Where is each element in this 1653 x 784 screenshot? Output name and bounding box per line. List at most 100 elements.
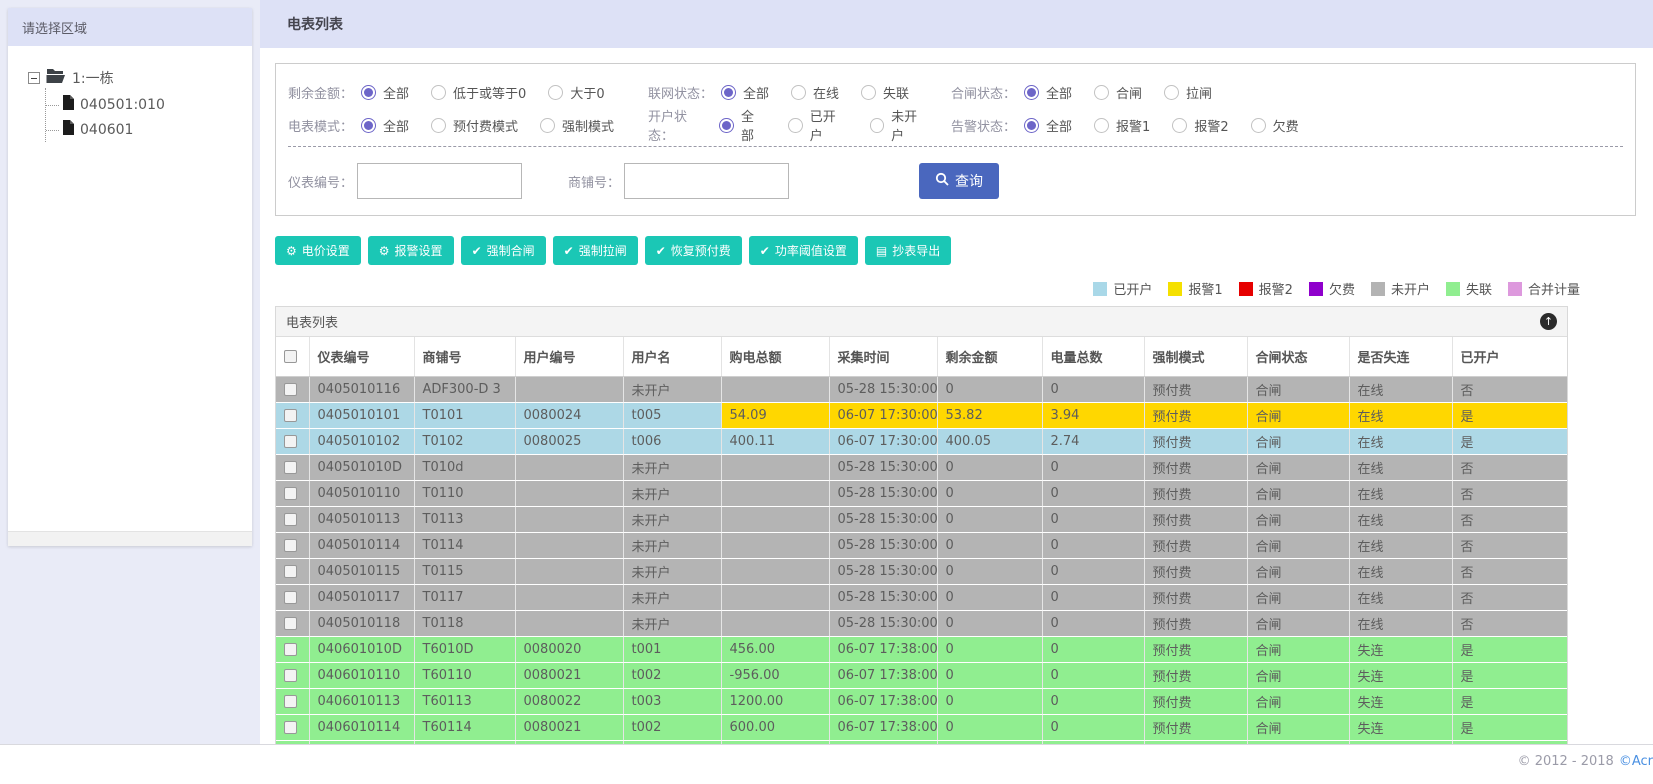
column-header: 剩余金额 <box>937 337 1043 377</box>
tree-collapse-icon[interactable] <box>28 72 40 84</box>
filter-radio-option[interactable]: 报警1 <box>1094 116 1150 135</box>
filter-radio-option[interactable]: 全部 <box>719 106 766 144</box>
area-tree: 1:一栋 040501:010 040601 <box>8 46 252 531</box>
filter-radio-option[interactable]: 全部 <box>1024 83 1072 102</box>
table-row: 0406010114 T60114 0080021 t002 600.00 06-07 1… <box>276 714 1567 741</box>
action-buttons: ⚙ 电价设置 ⚙ 报警设置 ✔ 强制合闸 ✔ 强制拉闸 ✔ 恢复预付费 ✔ 功率阈值设置 ▤ 抄表导出 <box>275 236 1653 265</box>
checkbox-cell <box>276 584 310 611</box>
row-checkbox[interactable] <box>284 668 297 682</box>
filter-group-label: 合闸状态： <box>951 86 1017 102</box>
action-button[interactable]: ✔ 强制合闸 <box>460 236 546 265</box>
query-button[interactable]: 查询 <box>919 163 1000 199</box>
table-cell: 在线 <box>1349 506 1453 533</box>
row-checkbox[interactable] <box>284 512 297 526</box>
row-checkbox[interactable] <box>284 720 297 734</box>
row-checkbox[interactable] <box>284 590 297 604</box>
table-cell <box>721 506 830 533</box>
column-header: 已开户 <box>1452 337 1567 377</box>
table-cell: 05-28 15:30:00 <box>829 506 938 533</box>
table-cell: 06-07 17:38:00 <box>829 714 938 741</box>
action-button[interactable]: ✔ 功率阈值设置 <box>748 236 858 265</box>
checkbox-cell <box>276 636 310 663</box>
table-cell: 0 <box>937 636 1043 663</box>
filter-radio-option[interactable]: 全部 <box>361 116 409 135</box>
row-checkbox[interactable] <box>284 486 297 500</box>
action-button[interactable]: ⚙ 电价设置 <box>275 236 361 265</box>
table-cell: 600.00 <box>721 714 830 741</box>
divider <box>288 146 1623 147</box>
row-checkbox[interactable] <box>284 538 297 552</box>
filter-radio-option[interactable]: 合闸 <box>1094 83 1142 102</box>
table-cell: 在线 <box>1349 428 1453 455</box>
table-cell: 在线 <box>1349 610 1453 637</box>
row-checkbox[interactable] <box>284 616 297 630</box>
filter-radio-option[interactable]: 大于0 <box>548 83 605 102</box>
brand-link[interactable]: ©Acr <box>1619 754 1653 769</box>
table-cell: T0113 <box>414 506 516 533</box>
select-all-checkbox[interactable] <box>284 349 297 363</box>
filter-radio-option[interactable]: 全部 <box>721 83 769 102</box>
action-button[interactable]: ✔ 强制拉闸 <box>552 236 638 265</box>
filter-radio-option[interactable]: 全部 <box>361 83 409 102</box>
filter-radio-option[interactable]: 拉闸 <box>1164 83 1212 102</box>
row-checkbox[interactable] <box>284 408 297 422</box>
table-cell: T0117 <box>414 584 516 611</box>
table-cell: t002 <box>623 662 722 689</box>
row-checkbox[interactable] <box>284 642 297 656</box>
legend-label: 报警1 <box>1188 283 1223 298</box>
tree-node-label[interactable]: 040501:010 <box>80 97 165 113</box>
action-button[interactable]: ✔ 恢复预付费 <box>644 236 742 265</box>
table-cell: 预付费 <box>1144 454 1248 481</box>
action-button-label: 功率阈值设置 <box>774 244 847 258</box>
table-cell: 合闸 <box>1247 480 1350 507</box>
row-checkbox[interactable] <box>284 694 297 708</box>
tree-node[interactable]: 040501:010 <box>46 92 252 117</box>
table-row: 0405010102 T0102 0080025 t006 400.11 06-07 17… <box>276 428 1567 455</box>
filter-radio-option[interactable]: 已开户 <box>788 106 847 144</box>
filter-radio-option[interactable]: 欠费 <box>1250 116 1299 135</box>
meter-no-input[interactable] <box>357 163 523 199</box>
filter-group-label: 告警状态： <box>951 119 1017 135</box>
table-cell <box>515 376 624 403</box>
table-cell: 0 <box>1042 532 1145 559</box>
checkbox-cell <box>276 480 310 507</box>
row-checkbox[interactable] <box>284 434 297 448</box>
table-cell: 失连 <box>1349 714 1453 741</box>
tree-root-node[interactable]: 1:一栋 <box>28 68 252 88</box>
filter-row: 剩余金额： 全部 低于或等于0 大于0 联网状态： 全部 在线 失联 合闸状态： 全部 合闸 拉闸 <box>288 78 1623 106</box>
table-cell <box>721 584 830 611</box>
sidebar-horizontal-scrollbar[interactable] <box>8 531 252 546</box>
filter-radio-option[interactable]: 未开户 <box>869 106 929 144</box>
sidebar: 请选择区域 1:一栋 040501:010 040601 <box>8 8 252 546</box>
row-checkbox[interactable] <box>284 460 297 474</box>
action-button[interactable]: ▤ 抄表导出 <box>864 236 952 265</box>
arrow-up-circle-icon[interactable] <box>1540 313 1557 330</box>
table-cell: 预付费 <box>1144 714 1248 741</box>
shop-no-input[interactable] <box>624 163 790 199</box>
table-cell: 预付费 <box>1144 610 1248 637</box>
tree-node[interactable]: 040601 <box>46 117 252 142</box>
filter-radio-option[interactable]: 报警2 <box>1172 116 1229 135</box>
table-cell: 0406010110 <box>309 662 415 689</box>
filter-row: 电表模式： 全部 预付费模式 强制模式 开户状态： 全部 已开户 未开户 告警状态： 全部 报警1 报… <box>288 106 1623 144</box>
table-cell <box>515 480 624 507</box>
filter-group: 告警状态： 全部 报警1 报警2 欠费 <box>951 116 1623 135</box>
row-checkbox[interactable] <box>284 564 297 578</box>
legend-swatch <box>1308 281 1323 296</box>
radio-option-label: 全部 <box>383 86 410 102</box>
radio-icon <box>719 117 734 133</box>
filter-radio-option[interactable]: 预付费模式 <box>431 116 518 135</box>
tree-root-label[interactable]: 1:一栋 <box>72 68 114 88</box>
tree-node-label[interactable]: 040601 <box>80 122 133 138</box>
filter-radio-option[interactable]: 强制模式 <box>540 116 614 135</box>
table-cell: 在线 <box>1349 532 1453 559</box>
filter-radio-option[interactable]: 全部 <box>1024 116 1072 135</box>
filter-radio-option[interactable]: 在线 <box>791 83 839 102</box>
table-cell: 05-28 15:30:00 <box>829 584 938 611</box>
filter-group: 电表模式： 全部 预付费模式 强制模式 <box>288 116 648 135</box>
filter-radio-option[interactable]: 低于或等于0 <box>431 83 526 102</box>
action-button[interactable]: ⚙ 报警设置 <box>367 236 454 265</box>
table-cell: 06-07 17:30:00 <box>829 402 938 429</box>
row-checkbox[interactable] <box>284 382 297 396</box>
filter-radio-option[interactable]: 失联 <box>861 83 909 102</box>
